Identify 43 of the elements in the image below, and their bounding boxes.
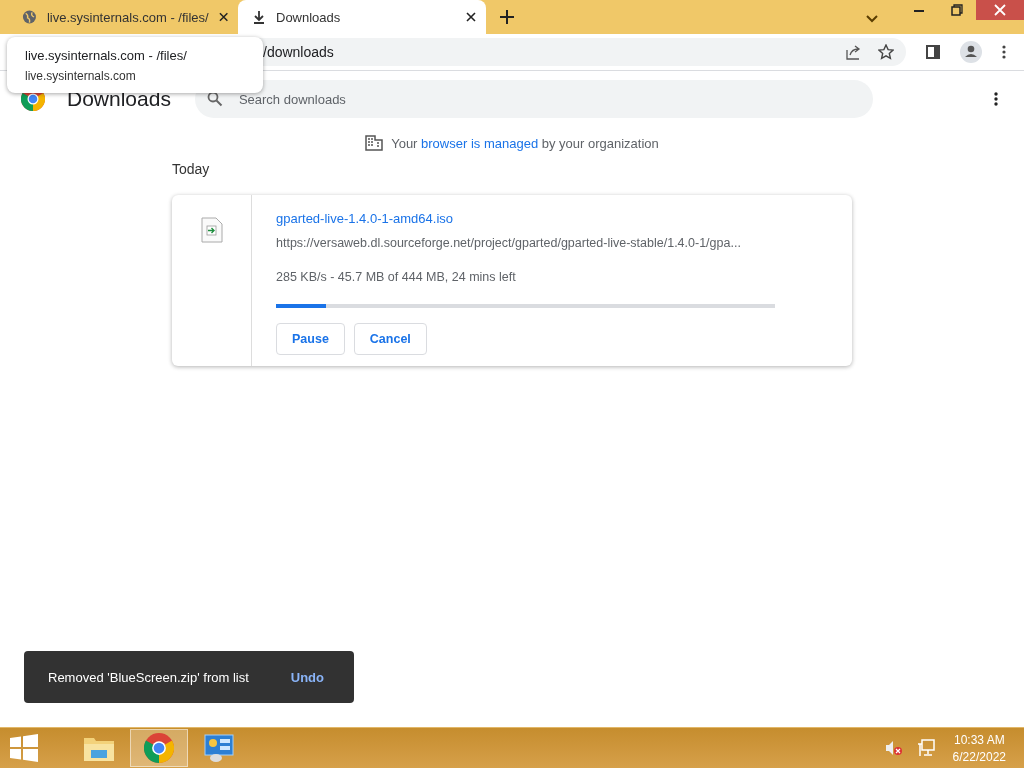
browser-tab[interactable]: Downloads — [238, 0, 486, 34]
tab-title: live.sysinternals.com - /files/ — [46, 9, 209, 25]
tooltip-host: live.sysinternals.com — [25, 68, 137, 83]
close-icon — [994, 4, 1006, 16]
close-button[interactable] — [976, 0, 1024, 20]
side-panel-icon[interactable] — [926, 45, 940, 59]
file-icon — [200, 217, 223, 243]
speaker-muted-icon[interactable] — [884, 740, 903, 756]
search-field[interactable]: Search downloads — [194, 80, 873, 118]
download-icon — [252, 10, 266, 24]
chrome-icon — [144, 733, 174, 763]
close-icon[interactable] — [466, 12, 476, 22]
browser-tab[interactable]: live.sysinternals.com - /files/ — [8, 3, 238, 31]
menu-icon[interactable] — [1002, 45, 1006, 59]
windows-start-icon[interactable] — [10, 734, 38, 762]
search-icon — [206, 91, 223, 107]
download-action-button[interactable]: Pause — [276, 323, 345, 355]
file-name-link[interactable]: gparted-live-1.4.0-1-amd64.iso — [276, 211, 454, 226]
globe-icon — [22, 9, 37, 25]
page-title: Downloads — [67, 87, 171, 111]
close-icon[interactable] — [218, 12, 228, 22]
managed-link[interactable]: browser is managed — [421, 135, 539, 151]
new-tab-icon[interactable] — [500, 10, 514, 24]
undo-button[interactable]: Undo — [284, 668, 330, 686]
restore-icon — [951, 4, 963, 16]
minimize-icon — [914, 8, 924, 12]
tab-title: Downloads — [276, 9, 342, 25]
snackbar-message: Removed 'BlueScreen.zip' from list — [48, 669, 249, 685]
taskbar-app[interactable] — [130, 729, 188, 767]
star-icon[interactable] — [878, 44, 894, 60]
building-icon — [365, 135, 384, 151]
source-url: https://versaweb.dl.sourceforge.net/project/gparted/gparted-live-stable/1.4.0-1/gpa... — [276, 236, 741, 250]
menu-icon[interactable] — [994, 92, 998, 106]
taskbar-clock[interactable]: 10:33 AM 6/22/2022 — [952, 732, 1006, 764]
section-heading: Today — [172, 161, 211, 177]
managed-notice: Your browser is managed by your organization — [391, 135, 659, 151]
download-status: 285 KB/s - 45.7 MB of 444 MB, 24 mins left — [276, 270, 516, 284]
profile-icon[interactable] — [960, 41, 982, 63]
chevron-down-icon[interactable] — [866, 15, 878, 23]
network-icon[interactable] — [916, 739, 935, 757]
control-panel-icon — [203, 733, 235, 763]
share-icon[interactable] — [846, 44, 862, 60]
download-action-button[interactable]: Cancel — [353, 323, 427, 355]
